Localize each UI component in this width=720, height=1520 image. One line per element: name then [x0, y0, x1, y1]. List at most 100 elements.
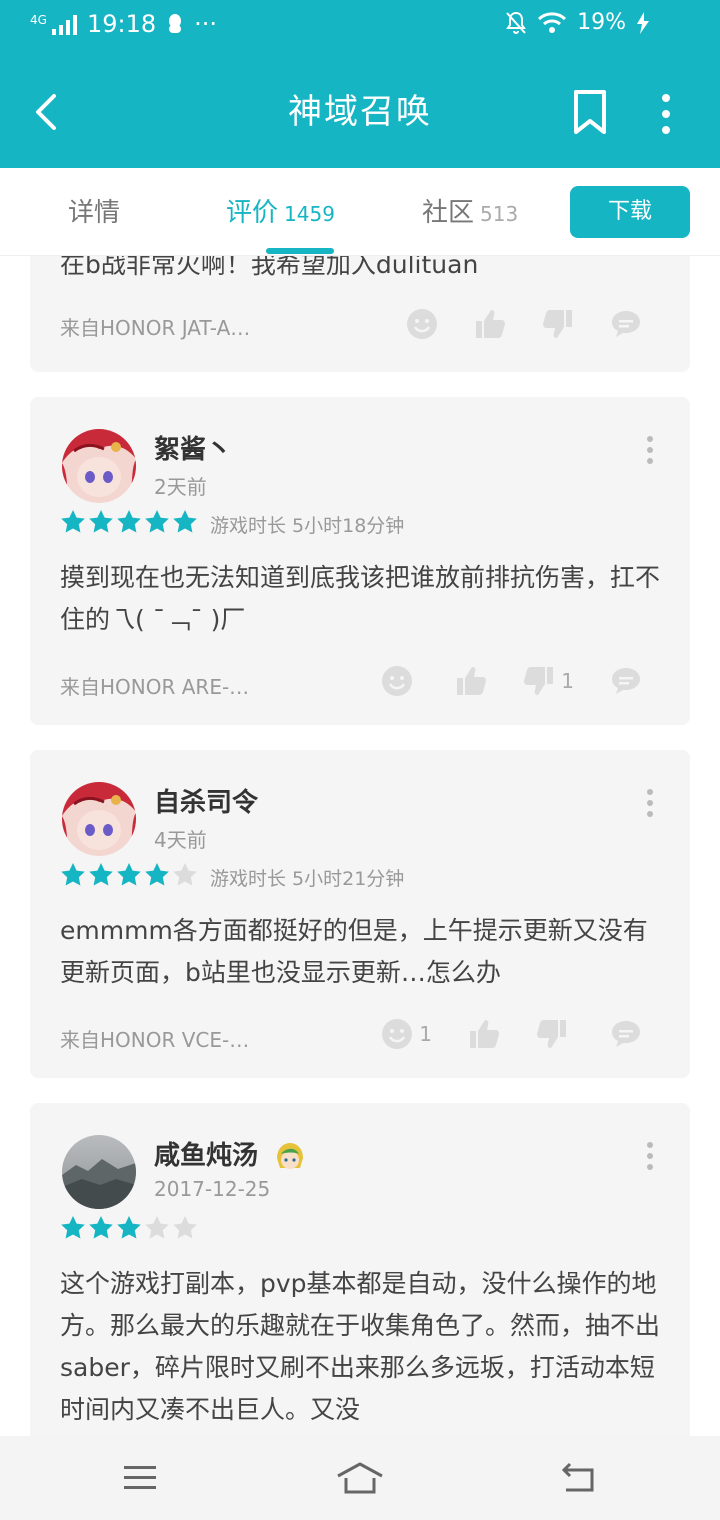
tab-label: 社区 [422, 198, 475, 228]
star-empty-icon [145, 1216, 169, 1239]
thumbs-up-icon [457, 667, 487, 695]
tab-label: 评价 [226, 198, 279, 228]
tab-count: 1459 [284, 202, 335, 226]
comment-icon [612, 311, 640, 337]
app-bar: 神域召唤 [0, 56, 720, 168]
star-filled-icon [89, 510, 113, 533]
avatar[interactable] [62, 1135, 136, 1209]
dislike-button[interactable]: 1 [523, 665, 574, 697]
star-empty-icon [173, 863, 197, 886]
landscape-avatar-image [62, 1135, 136, 1209]
character-badge-icon [277, 1142, 304, 1169]
more-vert-icon[interactable] [652, 92, 680, 136]
comment-button[interactable] [610, 308, 642, 340]
username-text: 咸鱼炖汤 [154, 1141, 259, 1171]
star-filled-icon [61, 863, 85, 886]
network-type: 4G [30, 13, 47, 27]
star-rating [60, 509, 198, 535]
star-filled-icon [117, 863, 141, 886]
wifi-icon [538, 11, 567, 33]
status-bar: 4G 19:18 ··· 19% [0, 0, 720, 56]
comment-icon [612, 1021, 640, 1047]
comment-button[interactable] [610, 1018, 642, 1050]
thumbs-up-icon [470, 1020, 499, 1048]
tab-label: 详情 [68, 198, 121, 228]
star-filled-icon [89, 1216, 113, 1239]
like-button[interactable] [474, 308, 506, 340]
tab-bar: 详情 评价 1459 社区 513 下载 [0, 168, 720, 256]
more-options-icon[interactable] [646, 435, 654, 465]
qq-icon [169, 14, 182, 33]
bookmark-icon[interactable] [570, 88, 610, 136]
smile-icon [382, 666, 413, 696]
username[interactable]: 自杀司令 [154, 782, 258, 819]
review-card: 咸鱼炖汤 2017-12-25 这个游戏打副本，pvp基本都是自动，没什么操作的… [30, 1103, 690, 1436]
review-text: 在b战非常火啊！我希望加入dulituan [60, 256, 479, 279]
back-icon[interactable] [560, 1460, 600, 1496]
review-date: 2天前 [154, 475, 207, 499]
dislike-button[interactable] [536, 1018, 574, 1050]
thumbs-down-icon [543, 310, 572, 338]
system-nav-bar [0, 1436, 720, 1520]
review-card: 自杀司令 4天前 游戏时长 5小时21分钟 emmmm各方面都挺好的但是，上午提… [30, 750, 690, 1078]
review-text: 摸到现在也无法知道到底我该把谁放前排抗伤害，扛不住的乁( ˉ﹁ˉ )厂 [60, 563, 661, 634]
star-filled-icon [89, 863, 113, 886]
play-time: 游戏时长 5小时21分钟 [210, 868, 405, 890]
star-filled-icon [145, 863, 169, 886]
thumbs-down-icon [537, 1020, 566, 1048]
like-button[interactable] [468, 1018, 500, 1050]
dislike-button[interactable] [542, 308, 574, 340]
menu-icon[interactable] [122, 1460, 158, 1496]
smile-icon [407, 309, 437, 339]
page-title: 神域召唤 [288, 92, 432, 132]
more-options-icon[interactable] [646, 788, 654, 818]
star-filled-icon [61, 1216, 85, 1239]
star-filled-icon [117, 510, 141, 533]
like-button[interactable] [455, 665, 487, 697]
download-button[interactable]: 下载 [570, 186, 690, 238]
review-device: 来自HONOR ARE-… [60, 675, 250, 699]
star-filled-icon [173, 510, 197, 533]
comment-button[interactable] [610, 665, 642, 697]
signal-icon: 4G [30, 13, 77, 35]
tab-indicator [266, 248, 334, 254]
smile-icon [382, 1019, 413, 1049]
smile-count: 1 [419, 1022, 432, 1046]
smile-reaction-button[interactable]: 1 [381, 1018, 432, 1050]
username[interactable]: 絮酱丶 [154, 429, 232, 466]
review-card: 在b战非常火啊！我希望加入dulituan 来自HONOR JAT-A… [30, 256, 690, 372]
username[interactable]: 咸鱼炖汤 [154, 1135, 307, 1174]
bell-muted-icon [506, 11, 526, 34]
review-date: 2017-12-25 [154, 1177, 271, 1201]
smile-reaction-button[interactable] [381, 665, 419, 697]
star-filled-icon [145, 510, 169, 533]
tab-reviews[interactable]: 评价 1459 [226, 192, 335, 229]
anime-avatar-image [62, 782, 136, 856]
tab-community[interactable]: 社区 513 [422, 192, 518, 229]
smile-reaction-button[interactable] [406, 308, 438, 340]
thumbs-down-icon [524, 667, 554, 695]
top-bar: 4G 19:18 ··· 19% 神域召唤 [0, 0, 720, 168]
review-list[interactable]: 在b战非常火啊！我希望加入dulituan 来自HONOR JAT-A… 絮酱丶… [0, 256, 720, 1436]
thumbs-up-icon [476, 310, 505, 338]
star-filled-icon [61, 510, 85, 533]
review-card: 絮酱丶 2天前 游戏时长 5小时18分钟 摸到现在也无法知道到底我该把谁放前排抗… [30, 397, 690, 725]
dislike-count: 1 [561, 669, 574, 693]
tab-details[interactable]: 详情 [68, 192, 120, 229]
review-text: emmmm各方面都挺好的但是，上午提示更新又没有更新页面，b站里也没显示更新…怎… [60, 916, 648, 987]
tab-count: 513 [480, 202, 519, 226]
status-time: 19:18 [86, 10, 157, 38]
more-options-icon[interactable] [646, 1141, 654, 1171]
review-device: 来自HONOR VCE-… [60, 1028, 250, 1052]
review-date: 4天前 [154, 828, 207, 852]
status-dots: ··· [194, 10, 217, 38]
review-device: 来自HONOR JAT-A… [60, 316, 251, 340]
avatar[interactable] [62, 782, 136, 856]
avatar[interactable] [62, 429, 136, 503]
anime-avatar-image [62, 429, 136, 503]
comment-icon [612, 668, 640, 694]
battery-percent: 19% [577, 10, 626, 35]
home-icon[interactable] [336, 1460, 384, 1496]
star-filled-icon [117, 1216, 141, 1239]
play-time: 游戏时长 5小时18分钟 [210, 515, 405, 537]
